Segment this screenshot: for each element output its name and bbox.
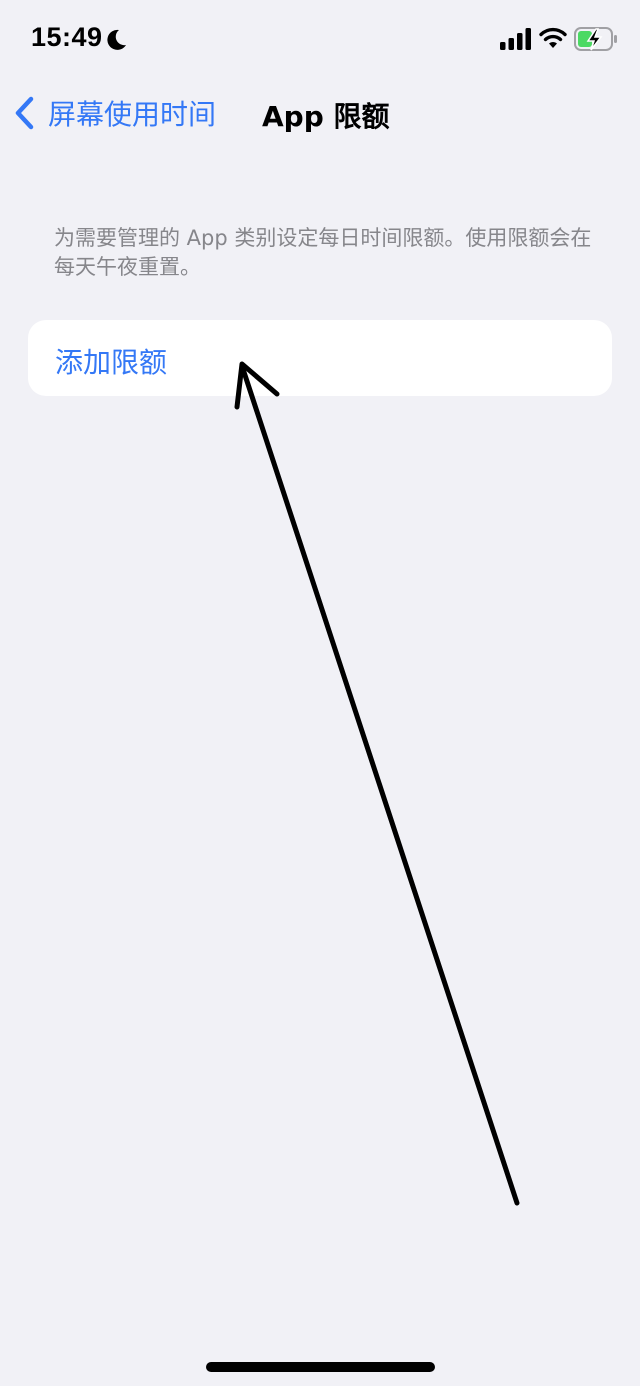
home-indicator[interactable]	[206, 1362, 435, 1372]
add-limit-button[interactable]: 添加限额	[28, 320, 612, 396]
add-limit-label: 添加限额	[55, 346, 168, 379]
navigation-bar: 屏幕使用时间 App 限额	[0, 80, 640, 146]
wifi-icon	[539, 27, 567, 48]
back-button[interactable]: 屏幕使用时间	[12, 92, 216, 134]
page-title: App 限额	[262, 100, 390, 133]
battery-charging-icon	[574, 27, 617, 51]
cellular-signal-icon	[500, 28, 531, 50]
status-bar: 15:49	[0, 0, 640, 80]
status-time: 15:49	[31, 22, 103, 52]
section-description: 为需要管理的 App 类别设定每日时间限额。使用限额会在每天午夜重置。	[54, 226, 592, 279]
moon-icon	[107, 29, 126, 50]
annotation-arrow	[234, 361, 520, 1206]
chevron-left-icon	[15, 96, 34, 130]
back-button-label: 屏幕使用时间	[48, 98, 217, 131]
